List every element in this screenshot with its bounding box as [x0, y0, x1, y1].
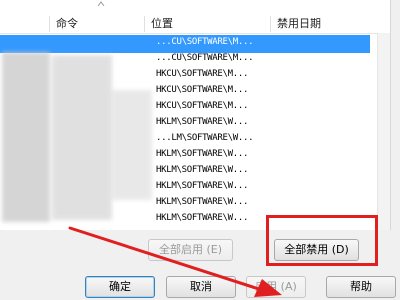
column-header-location-label: 位置: [151, 17, 173, 30]
vertical-scrollbar[interactable]: [377, 33, 390, 230]
column-header-disable-date[interactable]: 禁用日期: [270, 16, 390, 32]
column-header-location[interactable]: 位置: [144, 16, 270, 32]
location-cell: HKCU\SOFTWARE\M...: [156, 69, 249, 79]
location-cell: HKLM\SOFTWARE\W...: [156, 117, 249, 127]
location-cell: HKLM\SOFTWARE\W...: [156, 197, 249, 207]
column-header-command-label: 命令: [56, 17, 78, 30]
location-cell: ...CU\SOFTWARE\M...: [156, 53, 254, 63]
location-cell: HKCU\SOFTWARE\M...: [156, 85, 249, 95]
blurred-region: [112, 90, 152, 200]
blurred-region: [2, 52, 50, 222]
location-cell: HKLM\SOFTWARE\W...: [156, 213, 249, 223]
location-cell: HKLM\SOFTWARE\W...: [156, 149, 249, 159]
sort-indicator-icon: [97, 1, 105, 7]
ok-button[interactable]: 确定: [85, 276, 155, 298]
help-button[interactable]: 帮助: [326, 276, 396, 298]
location-cell: ...LM\SOFTWARE\W...: [156, 133, 254, 143]
blurred-region: [52, 55, 112, 220]
highlight-box: [266, 215, 378, 266]
cancel-button[interactable]: 取消: [166, 276, 236, 298]
enable-all-button[interactable]: 全部启用 (E): [148, 239, 233, 261]
location-cell: HKLM\SOFTWARE\W...: [156, 181, 249, 191]
location-cell: HKCU\SOFTWARE\M...: [156, 101, 249, 111]
apply-button[interactable]: 应用 (A): [246, 276, 306, 298]
column-header-disable-date-label: 禁用日期: [277, 17, 321, 30]
location-cell: HKLM\SOFTWARE\W...: [156, 165, 249, 175]
table-header: 命令 位置 禁用日期: [0, 13, 390, 34]
startup-list-panel: 命令 位置 禁用日期 ...CU\SOFTWARE\M... ...CU\SOFT…: [0, 0, 391, 230]
location-cell: ...CU\SOFTWARE\M...: [156, 37, 254, 47]
column-header-command[interactable]: 命令: [49, 16, 144, 32]
